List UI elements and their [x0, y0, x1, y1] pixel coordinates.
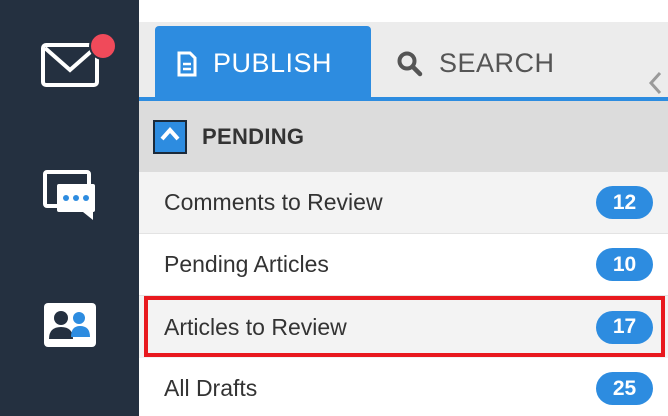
section-title: PENDING	[202, 123, 305, 149]
tab-search[interactable]: SEARCH	[391, 26, 591, 101]
mail-button[interactable]	[0, 22, 139, 112]
list-item-label: Pending Articles	[164, 251, 329, 277]
list-item-label: Comments to Review	[164, 189, 383, 215]
document-icon	[177, 51, 197, 77]
list-item[interactable]: Pending Articles 10	[139, 234, 668, 296]
notification-dot	[89, 32, 117, 60]
contacts-icon	[43, 302, 96, 352]
collapse-toggle[interactable]	[153, 119, 187, 154]
list-item-label: All Drafts	[164, 375, 258, 401]
pending-section-header[interactable]: PENDING	[139, 101, 668, 172]
list-item[interactable]: Articles to Review 17	[139, 296, 668, 358]
tab-search-label: SEARCH	[439, 48, 555, 78]
chevron-left-icon	[648, 71, 662, 100]
count-badge: 10	[596, 248, 653, 281]
count-badge: 12	[596, 186, 653, 219]
chevron-up-icon	[160, 126, 180, 146]
chat-icon	[42, 169, 97, 227]
pending-list: Comments to Review 12 Pending Articles 1…	[139, 172, 668, 416]
icon-rail	[0, 0, 139, 416]
list-item[interactable]: Comments to Review 12	[139, 172, 668, 234]
list-item-label: Articles to Review	[164, 313, 347, 340]
tab-publish[interactable]: PUBLISH	[155, 26, 371, 101]
contacts-button[interactable]	[0, 292, 139, 362]
chat-button[interactable]	[0, 158, 139, 238]
tab-bar: PUBLISH SEARCH	[139, 22, 668, 101]
count-badge: 17	[596, 310, 653, 344]
count-badge: 25	[596, 372, 653, 405]
publish-panel: PUBLISH SEARCH PENDING Comments to Revie…	[139, 0, 668, 416]
search-icon	[397, 51, 423, 77]
tab-publish-label: PUBLISH	[213, 48, 333, 78]
list-item[interactable]: All Drafts 25	[139, 358, 668, 416]
top-strip	[139, 0, 668, 22]
